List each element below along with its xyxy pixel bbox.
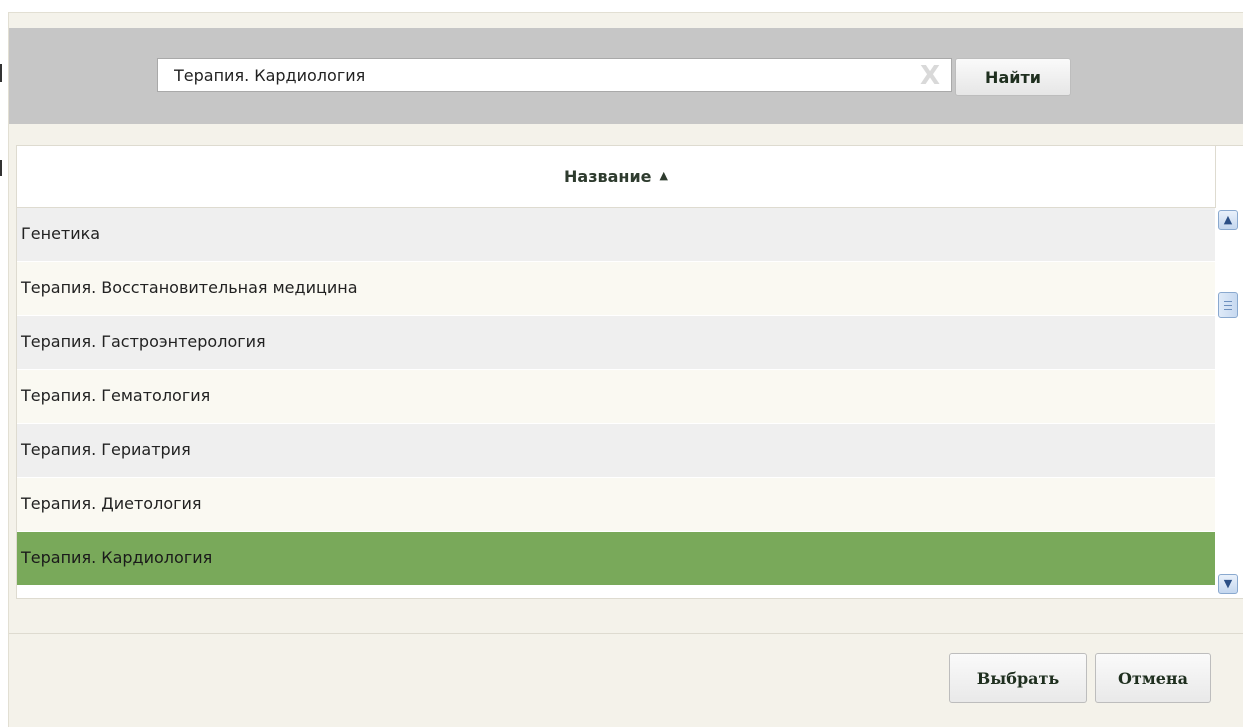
scroll-down-icon[interactable]: ▼ [1218, 574, 1238, 594]
footer-divider [9, 633, 1243, 634]
window-edge-mark [0, 64, 2, 82]
search-panel: X Найти [9, 28, 1243, 124]
scroll-up-icon[interactable]: ▲ [1218, 210, 1238, 230]
search-field[interactable]: X [157, 58, 952, 92]
table-row-selected[interactable]: Терапия. Кардиология [17, 532, 1215, 586]
select-button[interactable]: Выбрать [949, 653, 1087, 703]
find-button[interactable]: Найти [955, 58, 1071, 96]
window-edge-mark [0, 160, 2, 176]
grid-rows: Генетика Терапия. Восстановительная медиц… [17, 208, 1215, 586]
clear-icon[interactable]: X [917, 63, 943, 89]
table-row[interactable]: Терапия. Гастроэнтерология [17, 316, 1215, 370]
table-row[interactable]: Терапия. Диетология [17, 478, 1215, 532]
table-row[interactable]: Генетика [17, 208, 1215, 262]
column-header-label: Название [564, 167, 652, 186]
selection-dialog: X Найти Название ▲ ГенетикаТерапия. Восс… [8, 12, 1243, 727]
column-header-name[interactable]: Название ▲ [17, 146, 1215, 208]
vertical-scrollbar[interactable]: ▲ ▼ [1216, 208, 1242, 598]
results-grid: Название ▲ Генетика Терапия. Восстановите… [16, 145, 1243, 599]
header-spacer [1215, 146, 1243, 208]
table-row[interactable]: Терапия. Восстановительная медицина [17, 262, 1215, 316]
scroll-thumb[interactable] [1218, 292, 1238, 318]
cancel-button[interactable]: Отмена [1095, 653, 1211, 703]
table-row[interactable]: Терапия. Гематология [17, 370, 1215, 424]
table-row[interactable]: Терапия. Гериатрия [17, 424, 1215, 478]
search-input[interactable] [158, 59, 898, 91]
sort-ascending-icon: ▲ [659, 169, 668, 182]
